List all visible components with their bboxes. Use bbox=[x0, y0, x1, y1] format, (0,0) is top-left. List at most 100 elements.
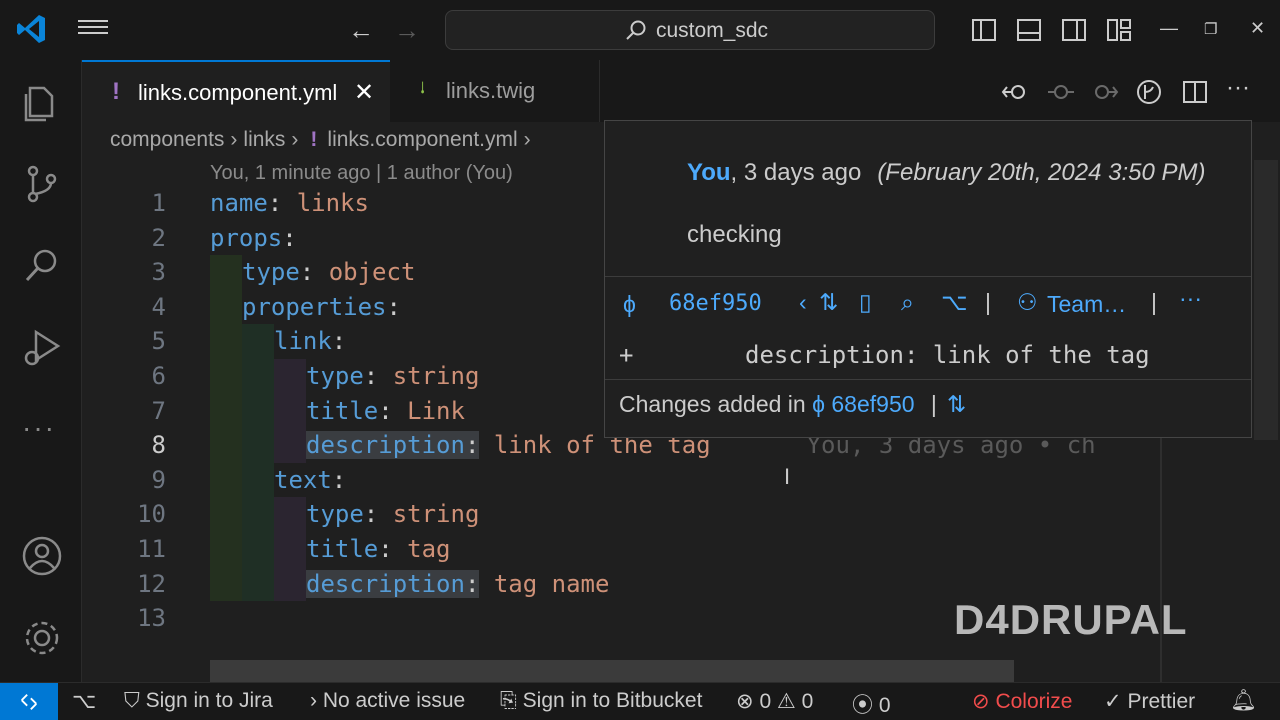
split-editor-icon[interactable] bbox=[1180, 78, 1210, 106]
prettier-label: Prettier bbox=[1127, 690, 1196, 713]
breadcrumb: components › links ›! links.component.yml › bbox=[110, 128, 537, 152]
line-number: 4 bbox=[151, 292, 166, 321]
horizontal-scrollbar[interactable] bbox=[210, 660, 1014, 682]
breadcrumb-file[interactable]: links.component.yml bbox=[327, 128, 517, 151]
source-control-icon[interactable] bbox=[20, 162, 64, 206]
jira-sign-in[interactable]: ⛉ Sign in to Jira bbox=[124, 689, 273, 713]
yaml-key: title bbox=[306, 396, 379, 425]
settings-gear-icon[interactable] bbox=[20, 616, 64, 660]
error-count: 0 bbox=[759, 690, 772, 713]
compare-icon[interactable]: ⇅ bbox=[819, 289, 838, 316]
jira-label: Sign in to Jira bbox=[145, 689, 273, 712]
codelens-authors[interactable]: You, 1 minute ago | 1 author (You) bbox=[210, 162, 513, 185]
breadcrumb-components[interactable]: components bbox=[110, 128, 224, 151]
active-issue[interactable]: › No active issue bbox=[310, 689, 465, 713]
yaml-key: properties bbox=[242, 292, 387, 321]
toggle-secondary-sidebar-icon[interactable] bbox=[1060, 16, 1088, 44]
commit-author[interactable]: You bbox=[687, 159, 731, 186]
yaml-value: Link bbox=[407, 396, 465, 425]
code-line-9: text: bbox=[274, 465, 347, 494]
changes-added-in: Changes added in ϕ 68ef950 | ⇅ bbox=[619, 391, 966, 418]
back-arrow-icon[interactable]: ← bbox=[348, 14, 378, 46]
yaml-exclamation-icon: ! bbox=[112, 78, 120, 105]
line-number: 6 bbox=[151, 362, 166, 390]
yaml-key: title bbox=[306, 535, 379, 563]
tag-icon: ⛉ bbox=[124, 689, 146, 712]
warning-icon: ⚠ bbox=[771, 690, 802, 713]
run-and-debug-icon[interactable] bbox=[20, 326, 64, 370]
command-center-search[interactable]: custom_sdc bbox=[445, 10, 935, 50]
more-icon[interactable]: ··· bbox=[1179, 285, 1202, 312]
bitbucket-sign-in[interactable]: ⎘ Sign in to Bitbucket bbox=[500, 689, 702, 713]
gitlens-icon[interactable] bbox=[1134, 78, 1164, 106]
colorize-toggle[interactable]: ⊘ Colorize bbox=[972, 689, 1072, 714]
team-icon: ⚇ bbox=[1017, 289, 1038, 315]
tab-close-icon[interactable]: ✕ bbox=[354, 78, 374, 107]
colorize-label: Colorize bbox=[995, 690, 1073, 713]
commit-sha-link[interactable]: 68ef950 bbox=[669, 291, 762, 316]
graph-icon[interactable]: ⌥ bbox=[941, 289, 968, 316]
changes-sha-link[interactable]: 68ef950 bbox=[831, 391, 914, 417]
code-line-7: title: Link bbox=[306, 396, 465, 425]
code-line-5: link: bbox=[274, 327, 347, 356]
vscode-logo-icon[interactable] bbox=[14, 12, 48, 46]
popup-scrollbar[interactable] bbox=[1254, 160, 1278, 440]
search-commit-icon[interactable]: ⌕ bbox=[901, 289, 914, 316]
toggle-primary-sidebar-icon[interactable] bbox=[970, 16, 998, 44]
explorer-icon[interactable] bbox=[20, 80, 64, 124]
commit-icon: ϕ bbox=[812, 391, 825, 417]
yaml-key: type bbox=[306, 362, 364, 390]
line-number: 2 bbox=[151, 223, 166, 252]
commit-icon[interactable] bbox=[1046, 78, 1076, 106]
search-sidebar-icon[interactable] bbox=[20, 244, 64, 288]
account-icon[interactable] bbox=[20, 534, 64, 578]
blame-hover-popup[interactable]: You, 3 days ago (February 20th, 2024 3:50… bbox=[604, 120, 1252, 438]
activity-bar: ··· bbox=[0, 60, 82, 682]
restore-icon[interactable]: ❐ bbox=[1204, 20, 1217, 38]
source-control-graph-icon[interactable]: ⌥ bbox=[72, 689, 96, 714]
block-icon: ⊘ bbox=[972, 690, 996, 713]
yaml-key: props bbox=[210, 223, 283, 252]
yaml-value: links bbox=[296, 189, 369, 217]
yaml-key: type bbox=[306, 500, 364, 529]
line-number: 12 bbox=[137, 569, 166, 598]
chevron-right-icon: › bbox=[523, 128, 531, 151]
yaml-value: string bbox=[392, 362, 480, 390]
toggle-panel-icon[interactable] bbox=[1015, 16, 1043, 44]
tab-links-component-yml[interactable]: ! links.component.yml ✕ bbox=[82, 60, 390, 122]
line-number: 5 bbox=[151, 327, 166, 356]
breadcrumb-links[interactable]: links bbox=[243, 128, 285, 151]
yaml-key-highlighted: description bbox=[306, 431, 465, 460]
diff-added-sign: + bbox=[619, 341, 634, 369]
tab-links-twig[interactable]: ᛍ links.twig bbox=[390, 60, 600, 122]
notifications-bell-icon[interactable]: 🔔︎ bbox=[1230, 689, 1257, 713]
close-window-icon[interactable]: ✕ bbox=[1250, 18, 1265, 39]
remote-indicator[interactable] bbox=[0, 683, 58, 720]
team-link[interactable]: Team… bbox=[1047, 291, 1126, 318]
minimize-icon[interactable]: — bbox=[1160, 18, 1178, 39]
problems-indicator[interactable]: ⊗ 0 ⚠ 0 bbox=[736, 689, 813, 714]
open-changes-icon[interactable] bbox=[1000, 78, 1030, 106]
ports-indicator[interactable]: ⦿ 0 bbox=[852, 689, 891, 719]
code-line-10: type: string bbox=[306, 500, 480, 529]
title-bar: ← → custom_sdc — ❐ ✕ bbox=[0, 0, 1280, 60]
separator: | bbox=[985, 289, 991, 315]
more-actions-icon[interactable]: ··· bbox=[1226, 74, 1250, 102]
text-cursor-icon: I bbox=[784, 464, 791, 489]
previous-revision-icon[interactable]: ‹ bbox=[799, 289, 807, 316]
more-views-icon[interactable]: ··· bbox=[22, 412, 56, 444]
yaml-exclamation-icon: ! bbox=[310, 128, 318, 151]
commit-relative-time: , 3 days ago bbox=[730, 159, 862, 186]
chevron-right-icon: › bbox=[291, 128, 299, 151]
yaml-value: tag name bbox=[493, 569, 610, 598]
indent-guide bbox=[274, 497, 306, 602]
compare-icon[interactable]: ⇅ bbox=[947, 391, 966, 417]
next-change-icon[interactable] bbox=[1090, 78, 1120, 106]
commit-message: checking bbox=[687, 221, 782, 248]
customize-layout-icon[interactable] bbox=[1105, 16, 1133, 44]
forward-arrow-icon[interactable]: → bbox=[394, 14, 424, 46]
tab-label: links.twig bbox=[446, 78, 536, 103]
prettier-status[interactable]: ✓ Prettier bbox=[1104, 689, 1195, 714]
reveal-commit-icon[interactable]: ▯ bbox=[859, 289, 872, 316]
menu-icon[interactable] bbox=[78, 16, 108, 44]
